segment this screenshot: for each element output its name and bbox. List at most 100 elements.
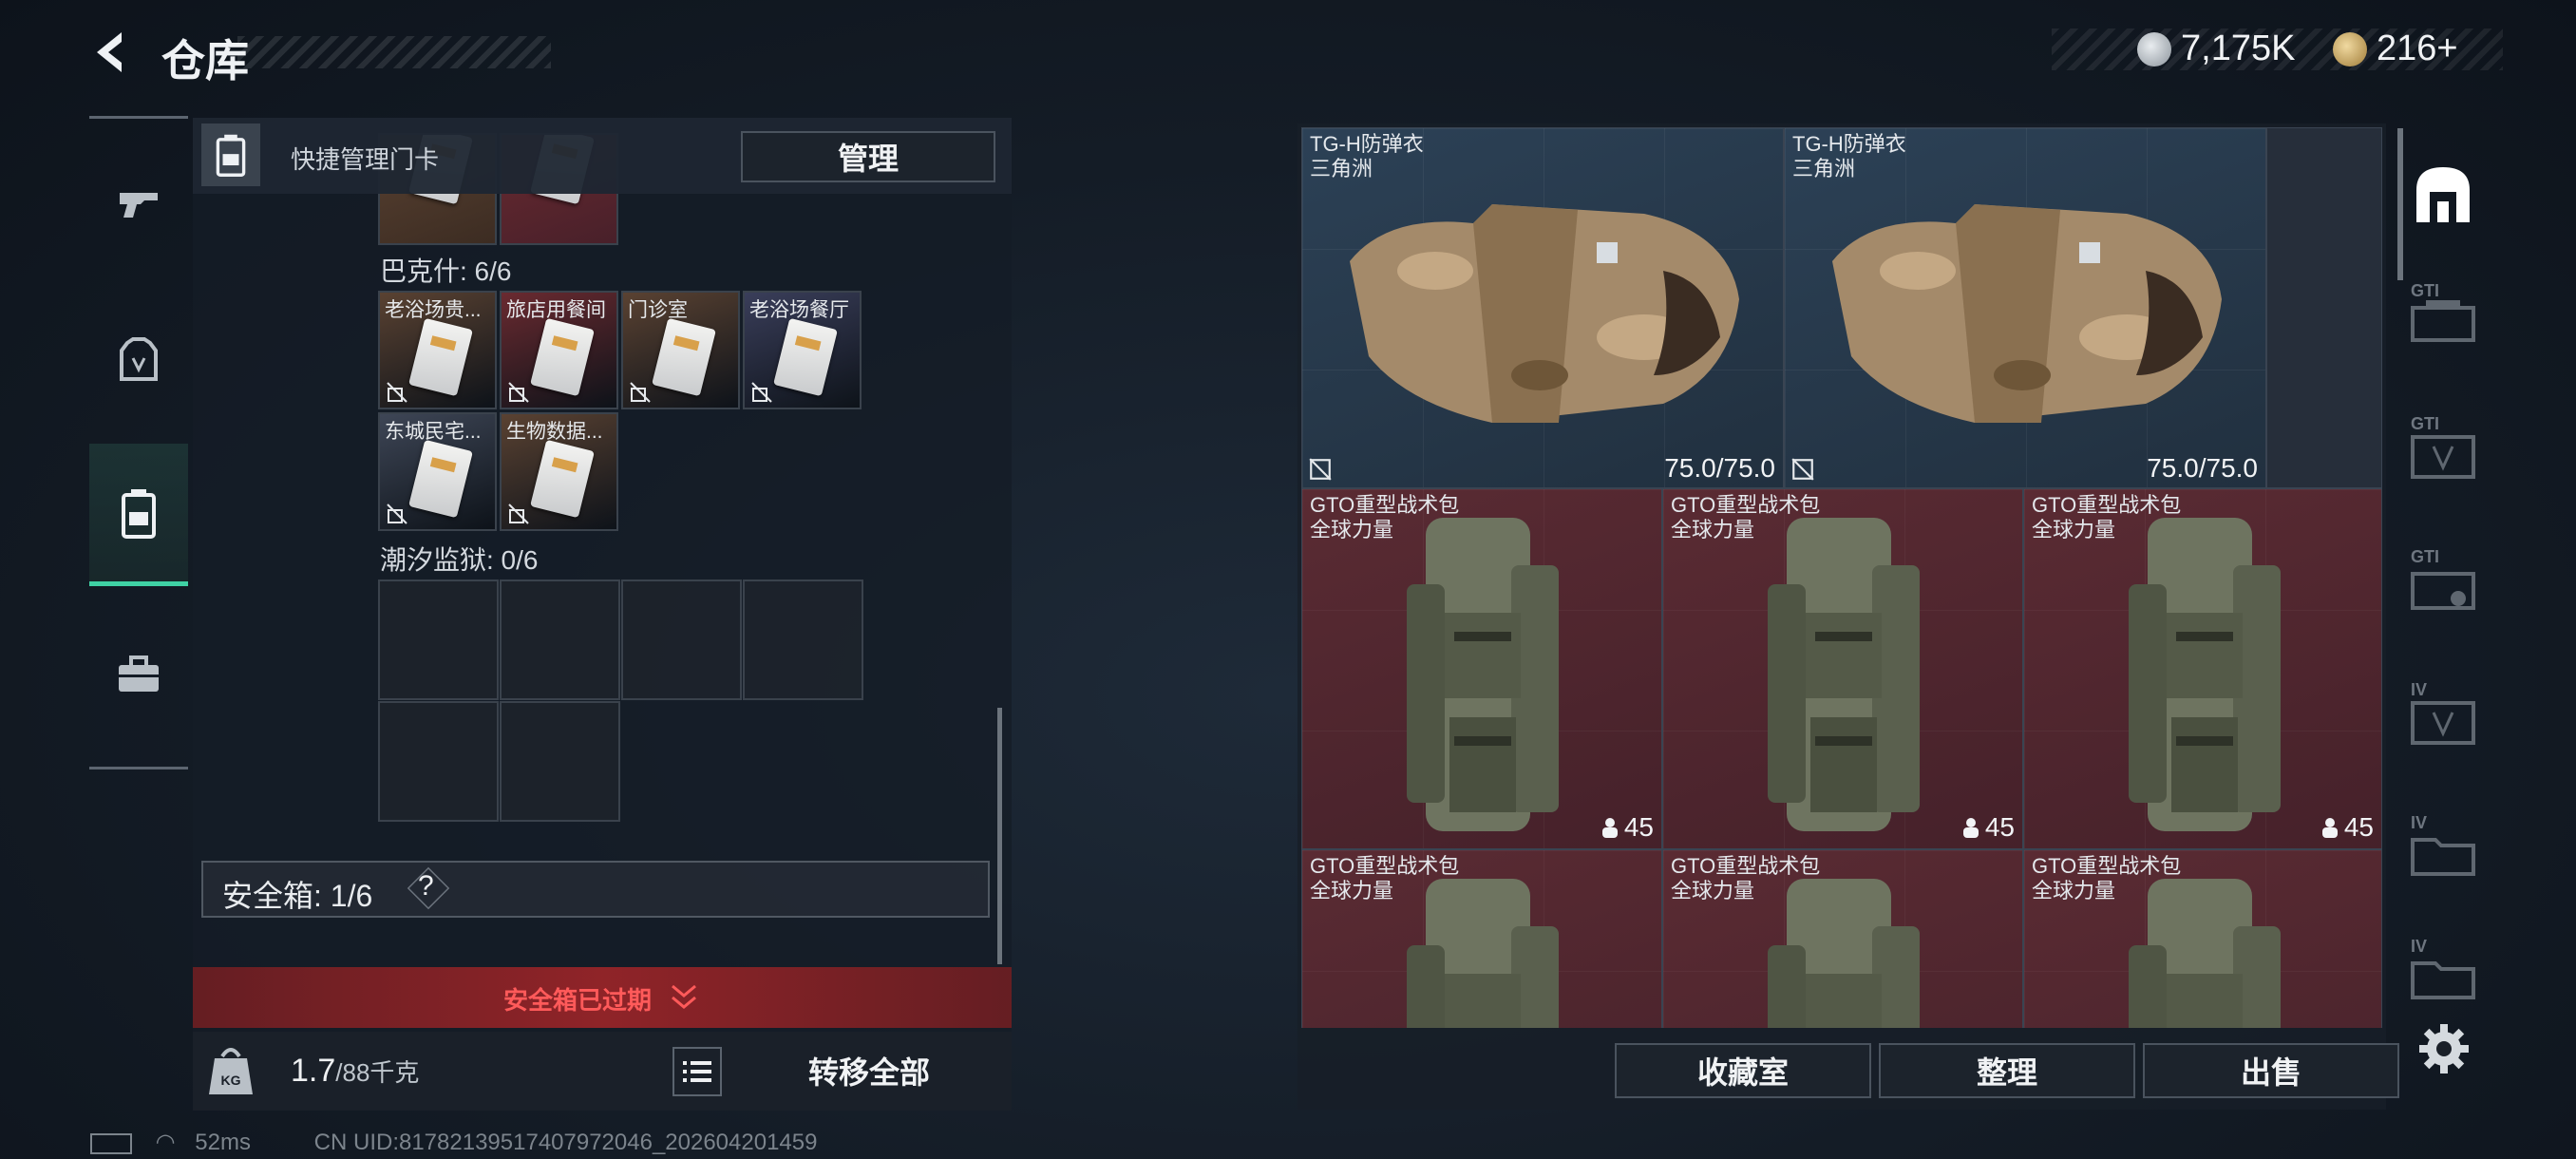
no-secure-icon — [387, 504, 407, 524]
list-view-button[interactable] — [672, 1047, 722, 1096]
storage-tab[interactable]: IV — [2407, 680, 2479, 752]
inventory-item[interactable]: GTO重型战术包 全球力量 45 — [1301, 488, 1662, 849]
quick-manage-label: 快捷管理门卡 — [291, 145, 440, 174]
weight-capacity: /88千克 — [335, 1058, 420, 1087]
storage-tabs: GTI GTI GTI IV IV IV — [2396, 142, 2491, 999]
item-faction: 三角洲 — [1792, 157, 1856, 180]
title-stripe — [237, 36, 551, 68]
status-bar: ◠ 52ms CN UID:8178213951740797204​6_2026… — [90, 1129, 817, 1156]
keycard-name: 老浴场餐厅 — [749, 299, 849, 321]
keycard-image — [773, 317, 838, 397]
no-secure-icon — [1309, 458, 1332, 481]
backpack-image — [1407, 518, 1559, 831]
no-secure-icon — [508, 504, 529, 524]
keycard-cell[interactable]: 门诊室 — [621, 291, 740, 409]
keycard-image — [408, 439, 473, 519]
storage-tab[interactable]: IV — [2407, 937, 2479, 1009]
safe-box-expired-label: 安全箱已过期 — [503, 986, 653, 1015]
sell-button[interactable]: 出售 — [2143, 1043, 2399, 1098]
storage-tab[interactable]: GTI — [2407, 547, 2479, 619]
item-faction: 三角洲 — [1310, 157, 1373, 180]
inventory-item[interactable]: TG-H防弹衣 三角洲 75.0/75.0 — [1301, 127, 1784, 488]
gold-currency-value[interactable]: 216+ — [2377, 28, 2458, 69]
empty-keycard-slot[interactable] — [743, 580, 863, 700]
keycard-image — [408, 317, 473, 397]
no-secure-icon — [1791, 458, 1814, 481]
silver-coin-icon — [2137, 32, 2171, 66]
battery-icon — [90, 1132, 132, 1154]
item-name: TG-H防弹衣 — [1310, 132, 1424, 156]
inventory-item[interactable]: GTO重型战术包 全球力量 — [1301, 849, 1662, 1028]
keycard-image — [652, 317, 716, 397]
empty-inventory-slot[interactable] — [2266, 127, 2382, 488]
warehouse-home-icon[interactable] — [2407, 158, 2479, 230]
keycard-name: 东城民宅... — [385, 421, 482, 443]
page-title: 仓库 — [161, 36, 249, 86]
nav-equipment[interactable] — [89, 290, 188, 432]
folder-storage-icon — [2411, 961, 2475, 999]
no-secure-icon — [387, 382, 407, 403]
nav-briefcase[interactable] — [89, 603, 188, 746]
back-arrow-icon[interactable] — [87, 28, 135, 76]
manage-button[interactable]: 管理 — [741, 131, 995, 182]
item-name: TG-H防弹衣 — [1792, 132, 1906, 156]
item-quantity-value: 45 — [1984, 812, 2015, 842]
nav-keycards[interactable] — [89, 444, 188, 586]
item-title: TG-H防弹衣 三角洲 — [1792, 132, 1906, 181]
storage-tab-label: IV — [2411, 937, 2428, 956]
empty-keycard-slot[interactable] — [500, 701, 620, 822]
folder-storage-icon — [2411, 838, 2475, 876]
help-icon[interactable]: ? — [418, 870, 434, 902]
keycard-cell[interactable]: 老浴场餐厅 — [743, 291, 862, 409]
storage-tab-label: GTI — [2411, 547, 2439, 566]
storage-tab[interactable]: GTI — [2407, 414, 2479, 486]
keycard-cell[interactable]: 老浴场贵... — [378, 291, 497, 409]
inventory-item[interactable]: TG-H防弹衣 三角洲 75.0/75.0 — [1784, 127, 2266, 488]
svg-text:KG: KG — [221, 1073, 241, 1088]
storage-tab-label: IV — [2411, 813, 2428, 832]
weight-current: 1.7 — [291, 1053, 336, 1089]
keycard-holder-icon — [201, 124, 260, 186]
gear-icon[interactable] — [2417, 1022, 2471, 1075]
transfer-all-button[interactable]: 转移全部 — [731, 1039, 1007, 1102]
keycard-holder-icon — [122, 488, 156, 539]
nav-weapons[interactable] — [89, 133, 188, 276]
keycard-name: 老浴场贵... — [385, 299, 482, 321]
storage-tab[interactable]: GTI — [2407, 281, 2479, 353]
keycard-cell[interactable]: 旅店用餐间 — [500, 291, 618, 409]
storage-tab-label: GTI — [2411, 414, 2439, 433]
item-durability: 75.0/75.0 — [2147, 453, 2258, 483]
keycard-cell[interactable]: 生物数据... — [500, 412, 618, 531]
inventory-item[interactable]: GTO重型战术包 全球力量 45 — [2023, 488, 2382, 849]
empty-keycard-slot[interactable] — [621, 580, 742, 700]
inventory-item[interactable]: GTO重型战术包 全球力量 — [1662, 849, 2023, 1028]
organize-button[interactable]: 整理 — [1879, 1043, 2135, 1098]
no-secure-icon — [630, 382, 651, 403]
left-scrollbar[interactable] — [997, 708, 1002, 964]
chevron-down-icon[interactable] — [669, 984, 699, 1011]
storage-tab[interactable]: IV — [2407, 813, 2479, 885]
empty-keycard-slot[interactable] — [378, 580, 499, 700]
keycard-cell[interactable]: 东城民宅... — [378, 412, 497, 531]
item-quantity-value: 45 — [1623, 812, 1654, 842]
pistol-icon — [120, 193, 158, 218]
briefcase-icon — [119, 656, 159, 692]
inventory-item[interactable]: GTO重型战术包 全球力量 45 — [1662, 488, 2023, 849]
vest-icon — [120, 337, 158, 381]
weight-icon: KG — [209, 1048, 253, 1094]
empty-keycard-slot[interactable] — [500, 580, 620, 700]
section-label-tidal-prison: 潮汐监狱: 0/6 — [380, 545, 539, 575]
list-icon — [683, 1061, 711, 1082]
collection-room-button[interactable]: 收藏室 — [1615, 1043, 1871, 1098]
backpack-image — [2129, 518, 2281, 831]
storage-tab-label: IV — [2411, 680, 2428, 699]
keycard-name: 生物数据... — [506, 421, 603, 443]
storage-tab-label: GTI — [2411, 281, 2439, 300]
vest-storage-icon — [2411, 435, 2475, 479]
empty-keycard-slot[interactable] — [378, 701, 499, 822]
no-secure-icon — [508, 382, 529, 403]
silver-currency-value: 7,175K — [2181, 28, 2296, 68]
inventory-item[interactable]: GTO重型战术包 全球力量 — [2023, 849, 2382, 1028]
keycard-name: 旅店用餐间 — [506, 299, 606, 321]
capacity-icon — [2321, 818, 2338, 838]
